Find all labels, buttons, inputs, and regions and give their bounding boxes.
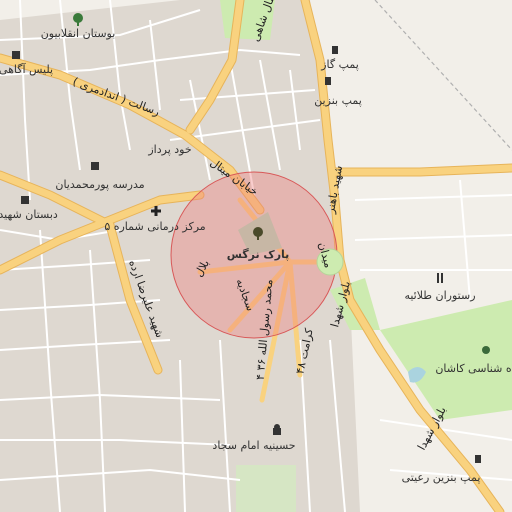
school-icon	[21, 196, 29, 204]
poi-label-8[interactable]: مرکز درمانی شماره ۵	[104, 220, 205, 233]
police-icon	[12, 51, 20, 59]
poi-label-3[interactable]: پمپ گاز	[320, 58, 359, 71]
poi-label-1[interactable]: بوستان انقلابیون	[41, 27, 116, 40]
school-icon	[91, 162, 99, 170]
poi-label-12[interactable]: حسینیه امام سجاد	[212, 439, 295, 452]
fuel-icon	[332, 46, 338, 54]
poi-label-5[interactable]: خود پرداز	[147, 143, 191, 156]
landmark-icon	[482, 346, 490, 354]
poi-label-6[interactable]: مدرسه پورمحمدیان	[55, 178, 144, 191]
poi-label-2[interactable]: پلیس آگاهی	[0, 62, 53, 76]
poi-label-13[interactable]: پمپ بنزین رعیتی	[402, 471, 481, 484]
poi-label-4[interactable]: پمپ بنزین	[314, 94, 362, 107]
poi-label-10[interactable]: رستوران طلائیه	[404, 289, 475, 302]
poi-label-11[interactable]: اه شناسی کاشان	[435, 362, 512, 375]
map-view[interactable]: بوستان انقلابیون پلیس آگاهی پمپ گاز پمپ …	[0, 0, 512, 512]
fuel-icon	[325, 77, 331, 85]
poi-label-9[interactable]: پارک نرگس	[227, 248, 290, 261]
map-canvas[interactable]: بوستان انقلابیون پلیس آگاهی پمپ گاز پمپ …	[0, 0, 512, 512]
fuel-icon	[475, 455, 481, 463]
poi-label-7[interactable]: دبستان شهید صا	[0, 208, 58, 221]
